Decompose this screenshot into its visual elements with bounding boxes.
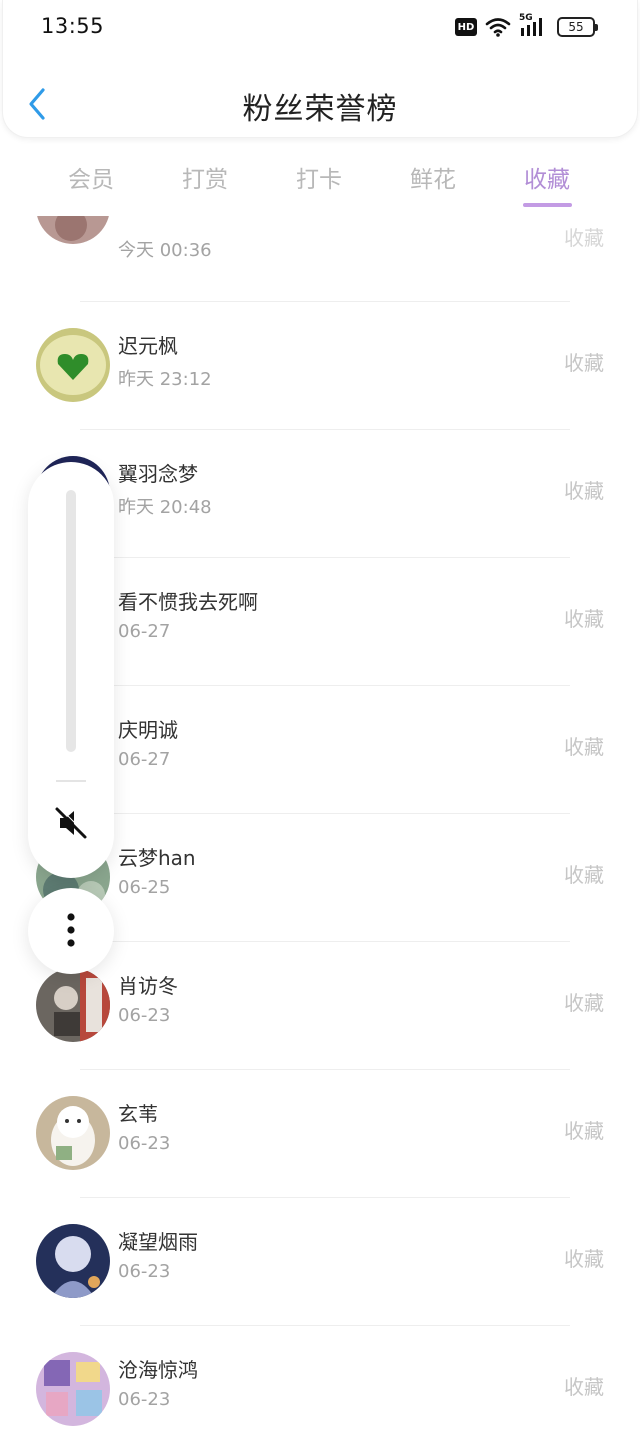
header-bar: 13:55 HD 5G 55 粉丝荣誉榜	[2, 0, 638, 138]
page-title: 粉丝荣誉榜	[242, 92, 398, 127]
timestamp: 昨天 20:48	[118, 497, 212, 518]
user-name: 凝望烟雨	[118, 1230, 198, 1254]
active-tab-indicator	[523, 203, 572, 207]
user-name: 云梦han	[118, 846, 196, 870]
list-item[interactable]: 凝望烟雨 06-23 收藏	[0, 1198, 640, 1326]
favorite-label: 收藏	[564, 1119, 604, 1143]
timestamp: 昨天 23:12	[118, 369, 212, 390]
list-item[interactable]: 沧海惊鸿 06-23 收藏	[0, 1326, 640, 1433]
favorite-label: 收藏	[564, 863, 604, 887]
volume-slider[interactable]	[66, 490, 76, 752]
tab-flowers[interactable]: 鲜花	[410, 160, 456, 194]
tab-member[interactable]: 会员	[68, 160, 114, 194]
favorite-label: 收藏	[564, 479, 604, 503]
timestamp: 06-27	[118, 621, 171, 642]
favorite-label: 收藏	[564, 607, 604, 631]
battery-level: 55	[568, 20, 584, 34]
list-item[interactable]: 玄苇 06-23 收藏	[0, 1070, 640, 1198]
avatar	[36, 1096, 110, 1170]
more-vertical-icon	[67, 913, 75, 947]
favorite-label: 收藏	[564, 351, 604, 375]
user-name: 沧海惊鸿	[118, 1358, 198, 1382]
hd-icon: HD	[455, 18, 477, 36]
status-icons: HD 5G 55	[455, 13, 598, 38]
timestamp: 06-23	[118, 1133, 171, 1154]
wifi-icon	[485, 18, 511, 37]
status-time: 13:55	[41, 14, 105, 38]
battery-icon: 55	[557, 17, 598, 37]
favorite-label: 收藏	[564, 226, 604, 250]
timestamp: 今天 00:36	[118, 240, 212, 261]
user-name: 肖访冬	[118, 974, 178, 998]
list-item[interactable]: 迟元枫 昨天 23:12 收藏	[0, 302, 640, 430]
tab-checkin[interactable]: 打卡	[296, 160, 342, 194]
timestamp: 06-23	[118, 1261, 171, 1282]
favorite-label: 收藏	[564, 1247, 604, 1271]
timestamp: 06-27	[118, 749, 171, 770]
volume-panel	[28, 462, 114, 878]
speaker-muted-icon	[55, 806, 88, 839]
timestamp: 06-23	[118, 1389, 171, 1410]
screen: 13:55 HD 5G 55 粉丝荣誉榜 会员 打赏 打卡 鲜花 收藏 今天 0…	[0, 0, 640, 1433]
timestamp: 06-25	[118, 877, 171, 898]
user-name: 翼羽念梦	[118, 462, 198, 486]
user-name: 玄苇	[118, 1102, 158, 1126]
tab-reward[interactable]: 打赏	[182, 160, 228, 194]
signal-icon: 5G	[519, 13, 549, 38]
user-name: 迟元枫	[118, 334, 178, 358]
tab-bar: 会员 打赏 打卡 鲜花 收藏	[0, 146, 640, 216]
favorite-label: 收藏	[564, 735, 604, 759]
avatar	[36, 1352, 110, 1426]
more-options-button[interactable]	[28, 888, 114, 974]
avatar	[36, 1224, 110, 1298]
timestamp: 06-23	[118, 1005, 171, 1026]
divider	[56, 780, 86, 782]
mute-button[interactable]	[52, 804, 90, 842]
favorite-label: 收藏	[564, 1375, 604, 1399]
user-name: 看不惯我去死啊	[118, 590, 258, 614]
favorite-label: 收藏	[564, 991, 604, 1015]
avatar	[36, 968, 110, 1042]
user-name: 庆明诚	[118, 718, 178, 742]
tab-favorites[interactable]: 收藏	[524, 160, 570, 194]
avatar	[36, 328, 110, 402]
